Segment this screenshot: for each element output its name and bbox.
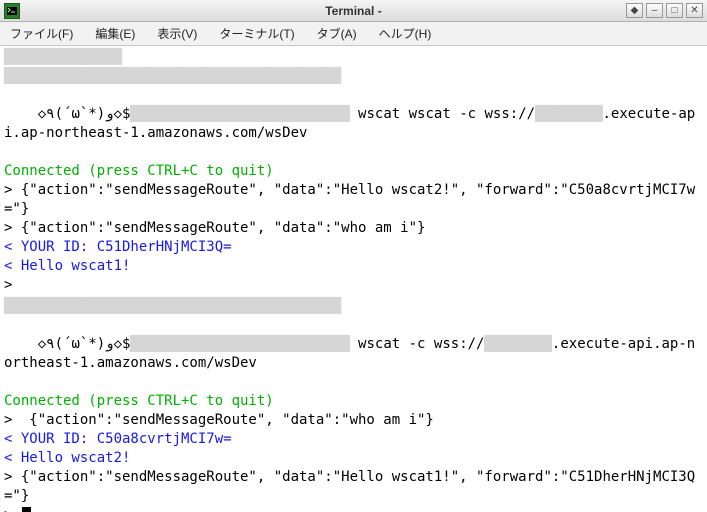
menu-help[interactable]: ヘルプ(H) [375, 23, 436, 44]
input-line: > [4, 276, 703, 295]
command-text: wscat wscat -c wss:// [350, 106, 535, 122]
redacted-inline: ████████ [535, 106, 602, 122]
output-line: < YOUR ID: C51DherHNjMCI3Q= [4, 238, 703, 257]
window-controls: ◆ – □ ✕ [626, 3, 707, 18]
input-line: > [4, 506, 703, 512]
minimize-button[interactable]: – [646, 3, 663, 18]
prompt-line: ◇٩(´ω`*)و◇$██████████████████████████ ws… [4, 316, 703, 392]
input-line: > {"action":"sendMessageRoute", "data":"… [4, 411, 703, 430]
cursor-icon [22, 507, 31, 512]
menu-edit[interactable]: 編集(E) [91, 23, 139, 44]
menubar: ファイル(F) 編集(E) 表示(V) ターミナル(T) タブ(A) ヘルプ(H… [0, 22, 707, 46]
titlebar: Terminal - ◆ – □ ✕ [0, 0, 707, 22]
redacted-line: ██████████████ [4, 49, 122, 65]
menu-view[interactable]: 表示(V) [153, 23, 201, 44]
prompt-line: ◇٩(´ω`*)و◇$██████████████████████████ ws… [4, 86, 703, 162]
close-button[interactable]: ✕ [686, 3, 703, 18]
output-line: < Hello wscat1! [4, 257, 703, 276]
always-on-top-button[interactable]: ◆ [626, 3, 643, 18]
terminal-app-icon [4, 3, 20, 19]
terminal-viewport[interactable]: ██████████████ █████████████████████████… [0, 46, 707, 512]
maximize-button[interactable]: □ [666, 3, 683, 18]
prompt-symbol: ◇٩(´ω`*)و◇$ [38, 336, 131, 352]
input-line: > {"action":"sendMessageRoute", "data":"… [4, 181, 703, 219]
redacted-inline: ████████ [484, 336, 551, 352]
connected-line: Connected (press CTRL+C to quit) [4, 162, 703, 181]
command-text: wscat -c wss:// [350, 336, 485, 352]
input-line: > {"action":"sendMessageRoute", "data":"… [4, 219, 703, 238]
output-line: < Hello wscat2! [4, 449, 703, 468]
connected-line: Connected (press CTRL+C to quit) [4, 392, 703, 411]
output-line: < YOUR ID: C50a8cvrtjMCI7w= [4, 430, 703, 449]
redacted-line: ████████████████████████████████████████ [4, 68, 341, 84]
menu-terminal[interactable]: ターミナル(T) [215, 23, 298, 44]
redacted-inline: ██████████████████████████ [130, 336, 349, 352]
menu-tab[interactable]: タブ(A) [313, 23, 361, 44]
menu-file[interactable]: ファイル(F) [6, 23, 77, 44]
prompt-caret: > [4, 507, 21, 512]
window-title: Terminal - [0, 4, 707, 18]
redacted-inline: ██████████████████████████ [130, 106, 349, 122]
input-line: > {"action":"sendMessageRoute", "data":"… [4, 468, 703, 506]
redacted-line: ████████████████████████████████████████ [4, 298, 341, 314]
prompt-symbol: ◇٩(´ω`*)و◇$ [38, 106, 131, 122]
